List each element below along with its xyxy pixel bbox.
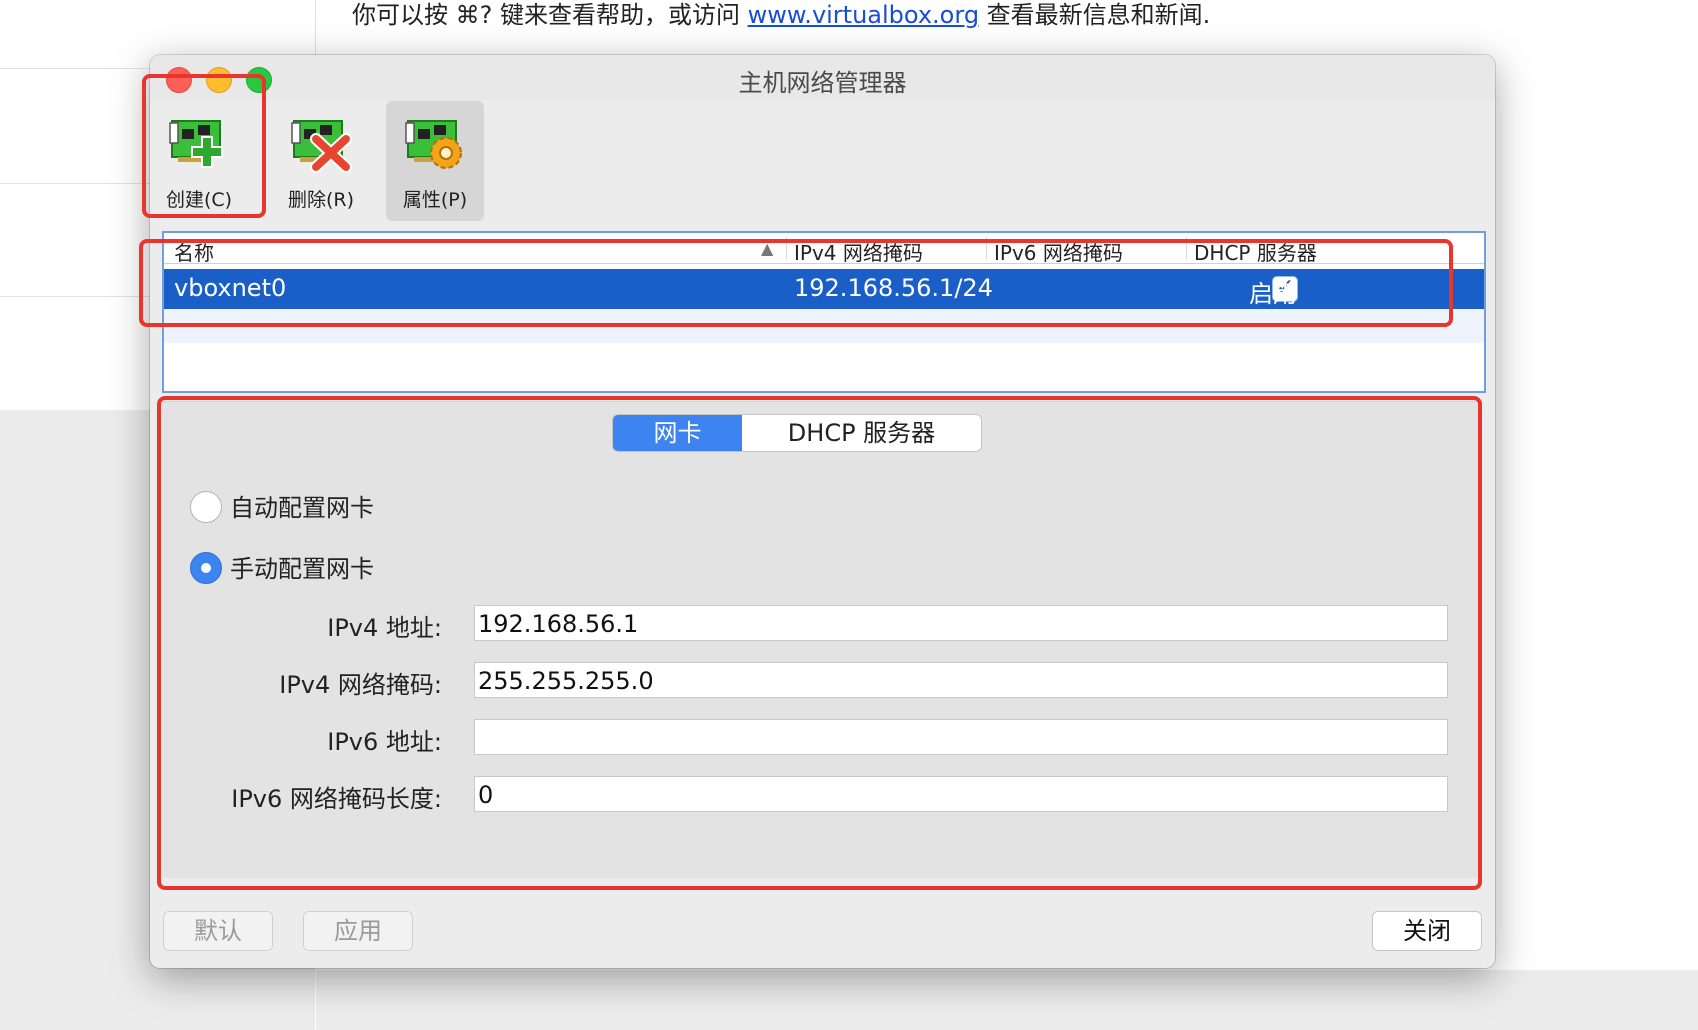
help-prefix: 你可以按 ⌘? 键来查看帮助，或访问 bbox=[352, 1, 748, 29]
title-bar[interactable]: 主机网络管理器 bbox=[150, 55, 1495, 101]
background-footer bbox=[316, 970, 1698, 1030]
window-title: 主机网络管理器 bbox=[738, 69, 907, 97]
help-text: 你可以按 ⌘? 键来查看帮助，或访问 www.virtualbox.org 查看… bbox=[352, 0, 1210, 30]
help-suffix: 查看最新信息和新闻. bbox=[979, 1, 1211, 29]
remove-label: 删除(R) bbox=[287, 189, 355, 211]
network-card-remove-icon bbox=[291, 120, 352, 173]
highlight-row-box bbox=[139, 239, 1453, 327]
reset-button[interactable]: 默认 bbox=[163, 911, 273, 951]
highlight-details-box bbox=[157, 396, 1482, 890]
highlight-create-box bbox=[142, 74, 266, 218]
remove-button[interactable]: 删除(R) bbox=[272, 101, 370, 221]
apply-button[interactable]: 应用 bbox=[303, 911, 413, 951]
properties-button[interactable]: 属性(P) bbox=[386, 101, 484, 221]
properties-label: 属性(P) bbox=[402, 189, 468, 211]
close-button[interactable]: 关闭 bbox=[1372, 911, 1482, 951]
virtualbox-link[interactable]: www.virtualbox.org bbox=[748, 1, 979, 29]
network-card-settings-icon bbox=[405, 120, 462, 169]
